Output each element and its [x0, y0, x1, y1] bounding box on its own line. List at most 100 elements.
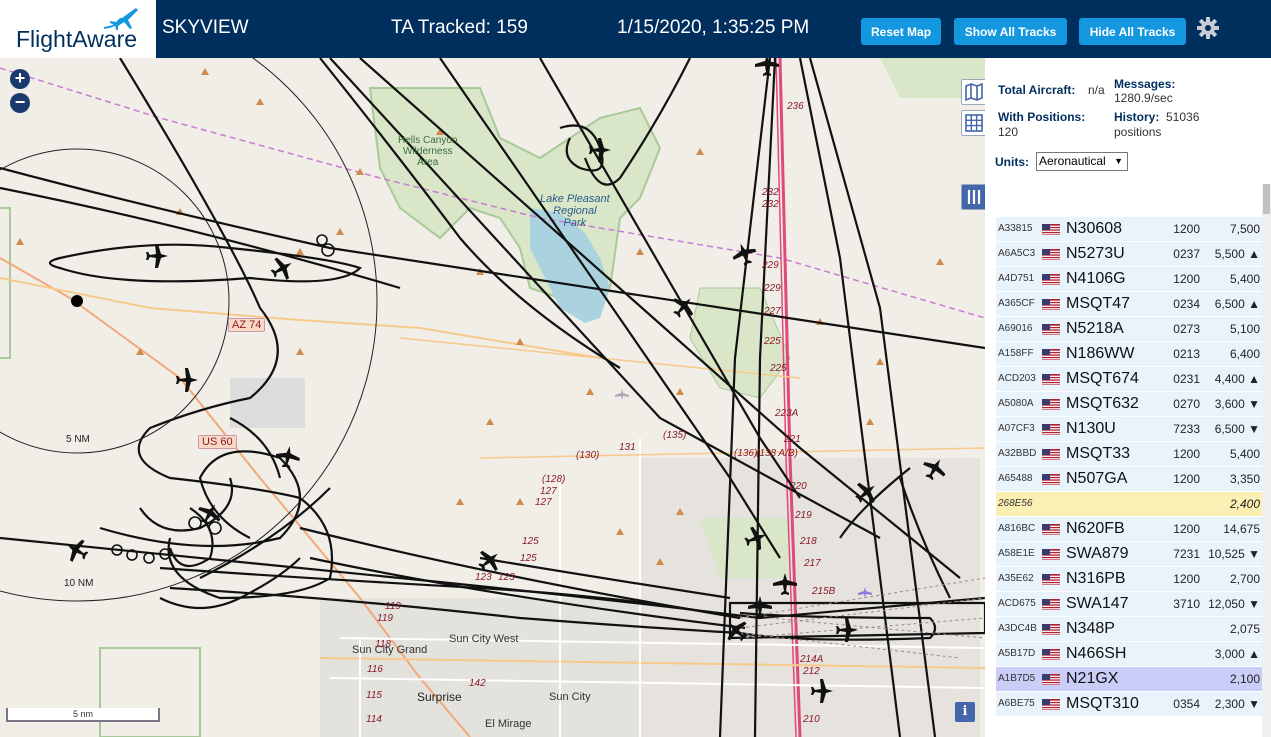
squawk-cell: 0270 — [1173, 397, 1200, 411]
col-ident[interactable]: Ident — [1064, 184, 1151, 216]
icao-cell: A58E1E — [998, 548, 1035, 559]
table-row[interactable]: A365CF MSQT47 0234 6,500 ▲ — [996, 292, 1263, 317]
zoom-in-button[interactable]: + — [10, 69, 30, 89]
us-flag-icon — [1042, 449, 1060, 460]
road-number: 221 — [784, 434, 801, 445]
squawk-cell: 1200 — [1173, 447, 1200, 461]
icao-cell: A32BBD — [998, 448, 1037, 459]
ident-cell: MSQT47 — [1066, 295, 1131, 312]
altitude-cell: 14,675 — [1223, 522, 1260, 536]
messages-label: Messages: — [1114, 77, 1176, 91]
altitude-cell: 10,525 ▼ — [1208, 547, 1260, 561]
table-row[interactable]: A6A5C3 N5273U 0237 5,500 ▲ — [996, 242, 1263, 267]
map-view[interactable]: + − Hells Canyon Wilderness Area Lake Pl… — [0, 58, 985, 737]
surprise-label: Surprise — [417, 690, 462, 704]
ident-cell: MSQT310 — [1066, 695, 1139, 712]
road-number: 225 — [770, 363, 787, 374]
flightaware-logo[interactable]: FlightAware — [0, 0, 156, 58]
icao-cell: A6BE75 — [998, 698, 1035, 709]
columns-toggle-button[interactable] — [961, 184, 985, 210]
table-row[interactable]: A4D751 N4106G 1200 5,400 — [996, 267, 1263, 292]
el-mirage-label: El Mirage — [485, 718, 532, 730]
us-flag-icon — [1042, 224, 1060, 235]
table-row[interactable]: A69016 N5218A 0273 5,100 — [996, 317, 1263, 342]
us-flag-icon — [1042, 424, 1060, 435]
table-row[interactable]: ACD675 SWA147 3710 12,050 ▼ — [996, 592, 1263, 617]
messages-value: 1280.9/sec — [1114, 91, 1173, 105]
map-layers-button[interactable] — [961, 79, 985, 105]
ident-cell: N4106G — [1066, 270, 1126, 287]
scrollbar-thumb[interactable] — [1263, 184, 1270, 214]
receiver-location — [71, 295, 83, 307]
lake-pleasant-label: Lake Pleasant Regional Park — [540, 193, 610, 229]
table-row[interactable]: A65488 N507GA 1200 3,350 — [996, 467, 1263, 492]
ident-cell: MSQT33 — [1066, 445, 1131, 462]
ident-cell — [1066, 492, 1152, 516]
table-row[interactable]: A07CF3 N130U 7233 6,500 ▼ — [996, 417, 1263, 442]
table-row[interactable]: A158FF N186WW 0213 6,400 — [996, 342, 1263, 367]
gear-icon[interactable] — [1196, 16, 1220, 40]
reset-map-button[interactable]: Reset Map — [861, 18, 941, 45]
road-number: 232 — [762, 187, 779, 198]
road-number: 217 — [804, 558, 821, 569]
road-number: 123 — [475, 572, 492, 583]
table-row[interactable]: A32BBD MSQT33 1200 5,400 — [996, 442, 1263, 467]
info-button[interactable]: i — [955, 702, 975, 722]
road-number: 219 — [795, 510, 812, 521]
grid-toggle-button[interactable] — [961, 110, 985, 136]
col-icao[interactable]: ICAO — [996, 184, 1040, 216]
road-number: 116 — [367, 664, 383, 675]
icao-cell: A5B17D — [998, 648, 1036, 659]
table-row[interactable]: A6BE75 MSQT310 0354 2,300 ▼ — [996, 692, 1263, 717]
road-number: (138 A/B) — [756, 448, 798, 459]
road-number: 232 — [762, 199, 779, 210]
road-number: 225 — [764, 336, 781, 347]
squawk-cell — [1154, 492, 1200, 516]
table-row[interactable]: A35E62 N316PB 1200 2,700 — [996, 567, 1263, 592]
col-altitude[interactable]: Altitude (ft) — [1198, 184, 1253, 216]
road-number: (128) — [542, 474, 566, 485]
wilderness-label: Hells Canyon Wilderness Area — [398, 135, 458, 168]
sun-city-label: Sun City — [549, 691, 591, 703]
altitude-cell: 5,400 — [1229, 272, 1260, 286]
table-row[interactable]: A1B7D5 N21GX 2,100 — [996, 667, 1263, 692]
table-row[interactable]: A5B17D N466SH 3,000 ▲ — [996, 642, 1263, 667]
us-flag-icon — [1042, 399, 1060, 410]
altitude-cell: 2,100 — [1229, 672, 1260, 686]
ident-cell: N186WW — [1066, 345, 1135, 362]
altitude-cell: 4,400 ▲ — [1214, 372, 1260, 386]
squawk-cell: 7233 — [1173, 422, 1200, 436]
ident-cell: N348P — [1066, 620, 1115, 637]
squawk-cell: 0231 — [1173, 372, 1200, 386]
zoom-out-button[interactable]: − — [10, 93, 30, 113]
table-row[interactable]: A33815 N30608 1200 7,500 — [996, 217, 1263, 242]
table-scrollbar[interactable] — [1262, 184, 1271, 737]
total-aircraft-label: Total Aircraft: — [998, 83, 1076, 97]
logo-text: FlightAware — [16, 26, 138, 52]
table-row[interactable]: A58E1E SWA879 7231 10,525 ▼ — [996, 542, 1263, 567]
squawk-cell: 1200 — [1173, 522, 1200, 536]
road-number: 229 — [762, 260, 779, 271]
us-flag-icon — [1042, 599, 1060, 610]
col-squawk[interactable]: Squawk — [1151, 184, 1198, 216]
road-number: 223A — [775, 408, 799, 419]
ident-cell: SWA879 — [1066, 545, 1129, 562]
us-flag-icon — [1042, 674, 1060, 685]
hide-all-tracks-button[interactable]: Hide All Tracks — [1079, 18, 1186, 45]
icao-cell: ACD675 — [998, 598, 1036, 609]
icao-cell: A33815 — [998, 223, 1033, 234]
squawk-cell: 0237 — [1173, 247, 1200, 261]
table-row[interactable]: ACD203 MSQT674 0231 4,400 ▲ — [996, 367, 1263, 392]
us-flag-icon — [1042, 574, 1060, 585]
table-row[interactable]: 268E56 2,400 — [996, 492, 1263, 517]
col-flag[interactable] — [1040, 184, 1064, 216]
show-all-tracks-button[interactable]: Show All Tracks — [954, 18, 1067, 45]
airport-icon — [615, 389, 629, 400]
table-row[interactable]: A3DC4B N348P 2,075 — [996, 617, 1263, 642]
table-row[interactable]: A816BC N620FB 1200 14,675 — [996, 517, 1263, 542]
squawk-cell: 1200 — [1173, 472, 1200, 486]
road-number: 115 — [366, 690, 382, 701]
units-select[interactable]: Aeronautical ▼ — [1036, 152, 1128, 171]
table-row[interactable]: A5080A MSQT632 0270 3,600 ▼ — [996, 392, 1263, 417]
us-flag-icon — [1042, 649, 1060, 660]
